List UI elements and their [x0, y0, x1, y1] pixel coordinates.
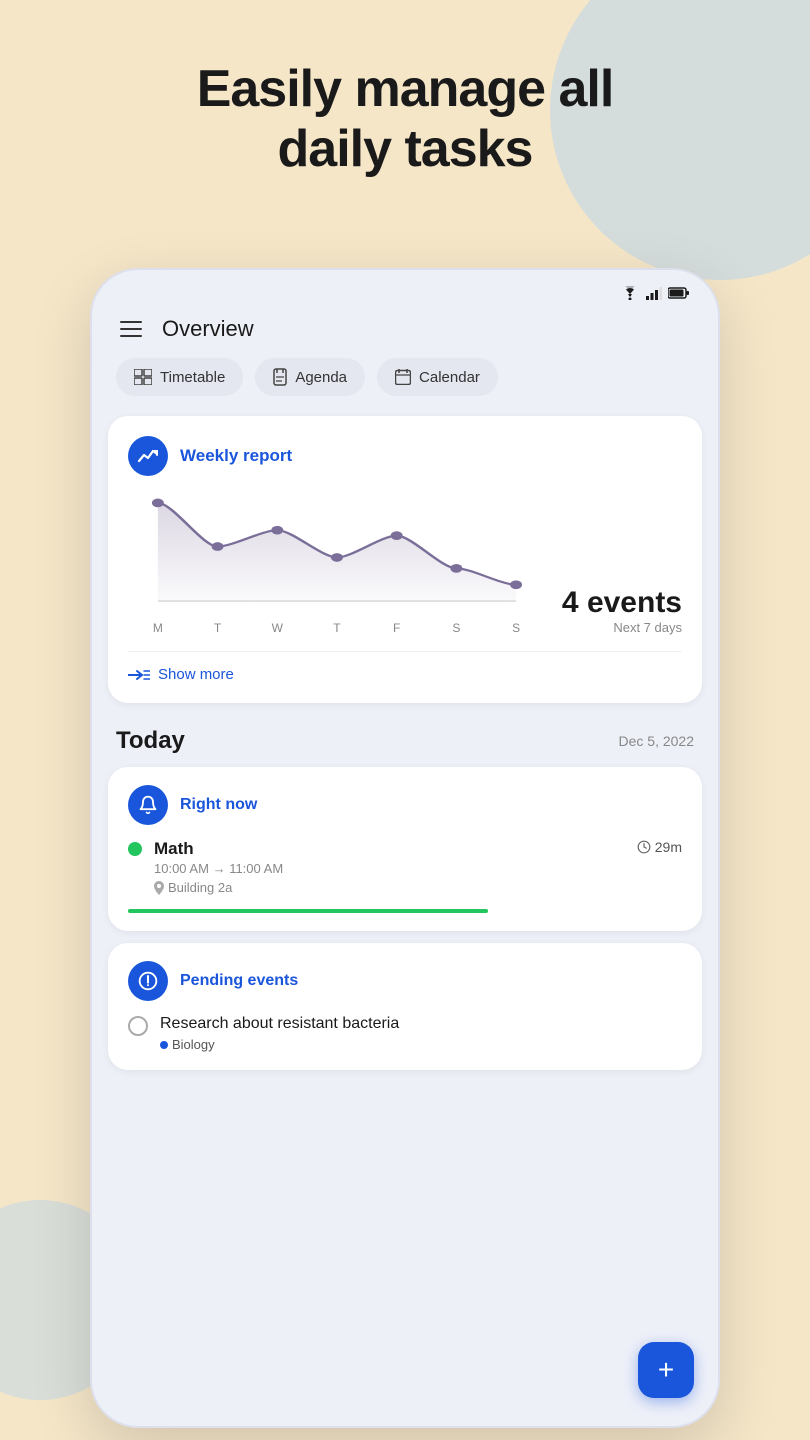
- pending-header: Pending events: [128, 961, 682, 1001]
- chart-day-T2: T: [307, 621, 367, 635]
- hamburger-menu[interactable]: [116, 317, 146, 341]
- pending-dot: [128, 1016, 148, 1036]
- tag-label: Biology: [172, 1037, 215, 1052]
- math-event-time: 10:00 AM → 11:00 AM: [154, 861, 625, 876]
- chart-labels: M T W T F S S: [128, 617, 546, 635]
- right-now-header: Right now: [128, 785, 682, 825]
- today-header: Today Dec 5, 2022: [92, 719, 718, 767]
- chart-day-W: W: [247, 621, 307, 635]
- weekly-report-title: Weekly report: [180, 446, 292, 466]
- tag-dot: [160, 1041, 168, 1049]
- weekly-report-card: Weekly report: [108, 416, 702, 703]
- right-now-icon: [128, 785, 168, 825]
- chart-day-S1: S: [427, 621, 487, 635]
- pending-icon: [128, 961, 168, 1001]
- weekly-report-icon: [128, 436, 168, 476]
- status-bar: [92, 270, 718, 308]
- show-more-icon: [128, 667, 150, 683]
- hero-section: Easily manage all daily tasks: [0, 60, 810, 180]
- pending-event-tag: Biology: [160, 1037, 682, 1052]
- location-icon: [154, 881, 164, 895]
- show-more-button[interactable]: Show more: [128, 651, 682, 683]
- today-date: Dec 5, 2022: [619, 733, 695, 749]
- chart-area: M T W T F S S 4 events Next 7 days: [128, 492, 682, 635]
- card-header: Weekly report: [128, 436, 682, 476]
- tab-calendar[interactable]: Calendar: [377, 358, 498, 396]
- math-event-name: Math: [154, 839, 625, 859]
- chart-day-S2: S: [486, 621, 546, 635]
- chart-day-M: M: [128, 621, 188, 635]
- event-timer: 29m: [637, 839, 682, 855]
- fab-add-button[interactable]: +: [638, 1342, 694, 1398]
- phone-frame: Overview Timetable Agenda: [90, 268, 720, 1428]
- wifi-icon: [620, 286, 640, 300]
- chart-stats: 4 events Next 7 days: [546, 586, 682, 635]
- math-event[interactable]: Math 10:00 AM → 11:00 AM Building 2a: [128, 839, 682, 895]
- chart-day-F: F: [367, 621, 427, 635]
- status-icons: [620, 286, 690, 300]
- battery-icon: [668, 287, 690, 299]
- chart-svg: [128, 492, 546, 612]
- tab-agenda[interactable]: Agenda: [255, 358, 365, 396]
- show-more-label: Show more: [158, 666, 234, 683]
- chart-day-T1: T: [188, 621, 248, 635]
- hero-title: Easily manage all daily tasks: [80, 60, 730, 180]
- math-event-location: Building 2a: [154, 880, 625, 895]
- event-progress-bar: [128, 909, 488, 913]
- math-event-info: Math 10:00 AM → 11:00 AM Building 2a: [154, 839, 625, 895]
- pending-title: Pending events: [180, 972, 298, 990]
- app-title: Overview: [162, 316, 254, 342]
- signal-icon: [646, 286, 662, 300]
- right-now-title: Right now: [180, 796, 257, 814]
- events-label: Next 7 days: [562, 620, 682, 635]
- chart-container: M T W T F S S: [128, 492, 546, 635]
- timetable-icon: [134, 369, 152, 385]
- pending-event-name: Research about resistant bacteria: [160, 1015, 682, 1033]
- pending-event-item[interactable]: Research about resistant bacteria Biolog…: [128, 1015, 682, 1052]
- clock-icon: [637, 840, 651, 854]
- pending-event-info: Research about resistant bacteria Biolog…: [160, 1015, 682, 1052]
- today-title: Today: [116, 727, 185, 755]
- app-header: Overview: [92, 308, 718, 358]
- pending-events-card: Pending events Research about resistant …: [108, 943, 702, 1070]
- events-count: 4 events: [562, 586, 682, 620]
- agenda-icon: [273, 368, 287, 386]
- tabs-row: Timetable Agenda Calendar: [92, 358, 718, 416]
- calendar-icon: [395, 369, 411, 385]
- event-status-dot: [128, 842, 142, 856]
- tab-timetable[interactable]: Timetable: [116, 358, 243, 396]
- right-now-card: Right now Math 10:00 AM → 11:00 AM Build…: [108, 767, 702, 931]
